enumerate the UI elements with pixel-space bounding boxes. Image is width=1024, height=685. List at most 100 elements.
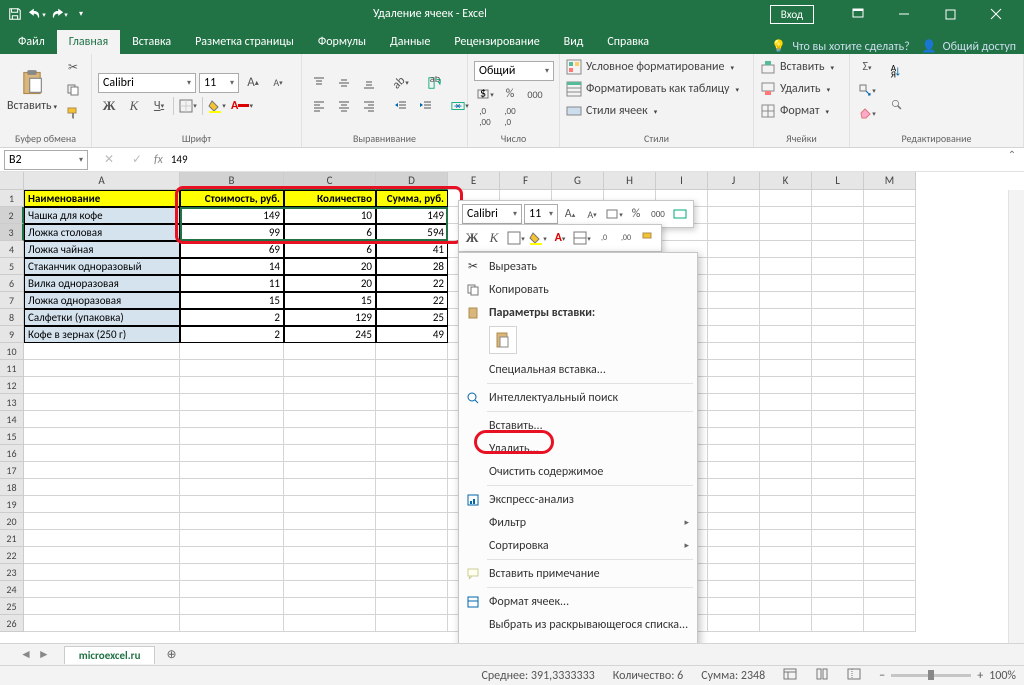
- menu-review[interactable]: Рецензирование: [442, 30, 551, 54]
- name-box[interactable]: B2▾: [4, 150, 88, 170]
- mini-inc-dec-icon[interactable]: ,0: [594, 228, 614, 248]
- bold-button[interactable]: Ж: [98, 96, 120, 116]
- zoom-out-icon[interactable]: −: [879, 669, 885, 683]
- menu-layout[interactable]: Разметка страницы: [183, 30, 306, 54]
- font-name-combo[interactable]: Calibri▾: [98, 73, 196, 93]
- mini-comma-icon[interactable]: 000: [648, 204, 668, 224]
- orientation-icon[interactable]: ab▾: [390, 73, 412, 93]
- cm-paste-special[interactable]: Специальная вставка...: [459, 358, 697, 381]
- mini-accounting-icon[interactable]: ▾: [604, 204, 624, 224]
- fill-icon[interactable]: ▾: [856, 80, 878, 100]
- cm-sort[interactable]: Сортировка▸: [459, 534, 697, 557]
- cm-paste-default[interactable]: [489, 326, 517, 354]
- cm-format-cells[interactable]: Формат ячеек...: [459, 590, 697, 613]
- borders-icon[interactable]: ▾: [177, 96, 199, 116]
- redo-icon[interactable]: ▾: [50, 5, 68, 23]
- menu-data[interactable]: Данные: [378, 30, 442, 54]
- cm-insert-comment[interactable]: Вставить примечание: [459, 562, 697, 585]
- cm-copy[interactable]: Копировать: [459, 278, 697, 301]
- mini-border2-icon[interactable]: ▾: [572, 228, 592, 248]
- row-headers[interactable]: 1234567891011121314151617181920212223242…: [0, 190, 24, 632]
- select-all-corner[interactable]: [0, 172, 24, 190]
- percent-icon[interactable]: %: [499, 84, 521, 104]
- mini-fill-icon[interactable]: ▾: [528, 228, 548, 248]
- vertical-scrollbar[interactable]: [1008, 190, 1024, 644]
- conditional-formatting[interactable]: Условное форматирование▾: [566, 57, 739, 77]
- menu-file[interactable]: Файл: [6, 30, 57, 54]
- menu-help[interactable]: Справка: [595, 30, 661, 54]
- increase-indent-icon[interactable]: [415, 96, 437, 116]
- format-painter-icon[interactable]: [62, 103, 84, 123]
- mini-borders-icon[interactable]: ▾: [506, 228, 526, 248]
- sort-filter-icon[interactable]: AЯ: [886, 57, 908, 87]
- zoom-level[interactable]: 100%: [989, 669, 1016, 683]
- login-button[interactable]: Вход: [770, 5, 814, 24]
- cm-smart-lookup[interactable]: Интеллектуальный поиск: [459, 386, 697, 409]
- font-size-combo[interactable]: 11▾: [199, 73, 239, 93]
- maximize-button[interactable]: [928, 0, 972, 28]
- qat-customize-icon[interactable]: ▾: [72, 5, 90, 23]
- share-button[interactable]: 👤Общий доступ: [922, 39, 1016, 54]
- mini-decrease-font-icon[interactable]: A▾: [582, 204, 602, 224]
- mini-italic[interactable]: К: [484, 228, 504, 248]
- view-normal-icon[interactable]: [783, 668, 797, 684]
- align-bottom-icon[interactable]: [358, 73, 380, 93]
- decrease-font-icon[interactable]: A▾: [267, 73, 289, 93]
- align-center-icon[interactable]: [333, 96, 355, 116]
- sheet-prev-icon[interactable]: ◄: [20, 647, 32, 662]
- enter-formula-icon[interactable]: ✓: [126, 150, 148, 170]
- collapse-ribbon-icon[interactable]: ⌃: [1004, 148, 1020, 162]
- cm-cut[interactable]: ✂Вырезать: [459, 255, 697, 278]
- find-select-icon[interactable]: [886, 90, 908, 120]
- clear-icon[interactable]: ▾: [856, 103, 878, 123]
- mini-increase-font-icon[interactable]: A▴: [560, 204, 580, 224]
- underline-button[interactable]: Ч▾: [148, 96, 170, 116]
- formula-input[interactable]: 149: [169, 151, 1024, 168]
- fill-color-icon[interactable]: ▾: [206, 96, 228, 116]
- view-page-layout-icon[interactable]: [815, 668, 829, 684]
- tell-me[interactable]: 💡Что вы хотите сделать?: [771, 39, 909, 54]
- cells-delete[interactable]: Удалить▾: [760, 79, 834, 99]
- mini-format-painter-icon[interactable]: [638, 228, 658, 248]
- save-icon[interactable]: [6, 5, 24, 23]
- cm-delete[interactable]: Удалить...: [459, 437, 697, 460]
- cm-quick-analysis[interactable]: Экспресс-анализ: [459, 488, 697, 511]
- wrap-text-icon[interactable]: ab: [424, 73, 446, 93]
- align-top-icon[interactable]: [308, 73, 330, 93]
- menu-formulas[interactable]: Формулы: [306, 30, 378, 54]
- mini-merge-icon[interactable]: [670, 204, 690, 224]
- menu-insert[interactable]: Вставка: [120, 30, 183, 54]
- increase-font-icon[interactable]: A▴: [242, 73, 264, 93]
- view-page-break-icon[interactable]: [847, 668, 861, 684]
- copy-icon[interactable]: [62, 80, 84, 100]
- format-as-table[interactable]: Форматировать как таблицу▾: [566, 79, 739, 99]
- fx-icon[interactable]: fx: [154, 153, 163, 167]
- mini-percent-icon[interactable]: %: [626, 204, 646, 224]
- cancel-formula-icon[interactable]: ✕: [98, 150, 120, 170]
- mini-bold[interactable]: Ж: [462, 228, 482, 248]
- add-sheet-button[interactable]: ⊕: [161, 647, 181, 662]
- minimize-button[interactable]: [882, 0, 926, 28]
- decrease-decimal-icon[interactable]: ,00,0: [499, 107, 521, 127]
- undo-icon[interactable]: ▾: [28, 5, 46, 23]
- cell-styles[interactable]: Стили ячеек▾: [566, 101, 739, 121]
- cells-insert[interactable]: Вставить▾: [760, 57, 834, 77]
- cm-clear[interactable]: Очистить содержимое: [459, 460, 697, 483]
- zoom-control[interactable]: − + 100%: [879, 669, 1016, 683]
- align-left-icon[interactable]: [308, 96, 330, 116]
- sheet-tab[interactable]: microexcel.ru: [64, 646, 156, 664]
- zoom-in-icon[interactable]: +: [977, 669, 983, 683]
- increase-decimal-icon[interactable]: ,0,00: [474, 107, 496, 127]
- mini-dec-dec-icon[interactable]: ,00: [616, 228, 636, 248]
- paste-button[interactable]: Вставить▾: [6, 57, 58, 125]
- mini-font-combo[interactable]: Calibri▾: [462, 204, 522, 224]
- ribbon-options-icon[interactable]: [836, 0, 880, 28]
- close-button[interactable]: [974, 0, 1018, 28]
- sheet-next-icon[interactable]: ►: [38, 647, 50, 662]
- cm-insert[interactable]: Вставить...: [459, 414, 697, 437]
- cm-filter[interactable]: Фильтр▸: [459, 511, 697, 534]
- align-right-icon[interactable]: [358, 96, 380, 116]
- comma-icon[interactable]: 000: [524, 84, 546, 104]
- align-middle-icon[interactable]: [333, 73, 355, 93]
- column-headers[interactable]: ABCDEFGHIJKLM: [24, 172, 916, 190]
